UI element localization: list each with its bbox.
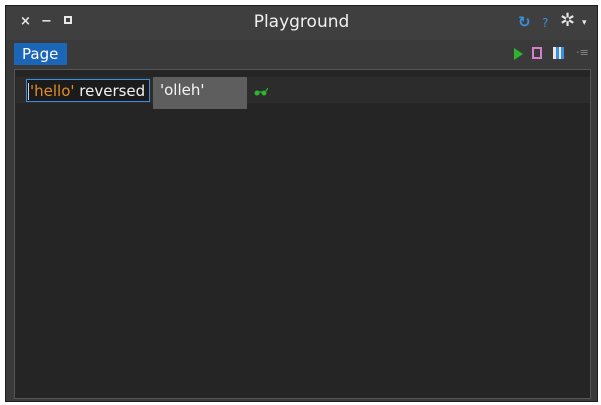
tab-bar: Page ·≡ <box>6 42 597 66</box>
playground-window: × − Playground ↻ ? ✲ ▾ Page ·≡ 'hello' r… <box>5 5 598 402</box>
tab-page[interactable]: Page <box>14 43 67 65</box>
glasses-icon[interactable] <box>254 88 268 96</box>
inspect-icon[interactable] <box>532 47 542 59</box>
message-selector: reversed <box>74 82 146 100</box>
editor-line[interactable]: 'hello' reversed 'olleh' <box>16 77 590 109</box>
window-title: Playground <box>253 12 350 32</box>
gear-icon[interactable]: ✲ <box>560 10 575 31</box>
chevron-down-icon[interactable]: ▾ <box>582 18 587 28</box>
play-icon[interactable] <box>514 48 523 60</box>
print-result[interactable]: 'olleh' <box>153 77 247 109</box>
code-selection[interactable]: 'hello' reversed <box>26 79 150 102</box>
code-line[interactable]: 'hello' reversed <box>30 81 145 101</box>
code-editor[interactable]: 'hello' reversed 'olleh' <box>14 69 591 399</box>
string-literal: 'hello' <box>30 82 75 100</box>
sync-icon[interactable]: ↻ <box>518 13 531 31</box>
help-icon[interactable]: ? <box>542 16 548 30</box>
text-caret <box>28 83 29 100</box>
list-menu-icon[interactable]: ·≡ <box>576 46 589 59</box>
layout-icon[interactable] <box>553 47 564 59</box>
result-value: 'olleh' <box>160 81 205 99</box>
title-bar[interactable]: × − Playground ↻ ? ✲ ▾ <box>6 6 597 40</box>
